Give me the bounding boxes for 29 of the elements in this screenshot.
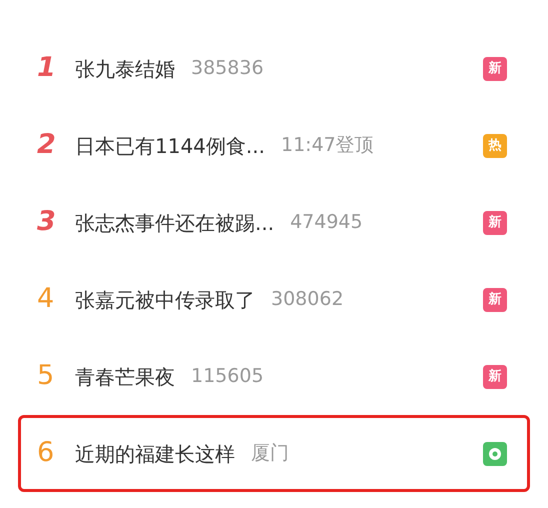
- rank-number: 3: [37, 205, 57, 240]
- item-meta: 厦门: [251, 441, 289, 466]
- rank-number: 4: [37, 282, 56, 316]
- list-item[interactable]: 2 日本已有1144例食... 11:47登顶 热: [18, 107, 530, 184]
- tag: 热: [483, 134, 507, 158]
- tag: 新: [483, 288, 507, 312]
- tag: 新: [483, 210, 507, 234]
- item-title: 张嘉元被中传录取了: [75, 286, 255, 314]
- tag: 新: [483, 364, 507, 388]
- item-meta: 115605: [191, 364, 264, 390]
- rank-number: 2: [37, 128, 57, 162]
- list-item[interactable]: 6 近期的福建长这样 厦门: [18, 415, 530, 492]
- item-title: 张志杰事件还在被踢...: [75, 210, 274, 236]
- list-item[interactable]: 3 张志杰事件还在被踢... 474945 新: [18, 184, 530, 261]
- list-item[interactable]: 4 张嘉元被中传录取了 308062 新: [18, 261, 530, 338]
- item-title: 近期的福建长这样: [75, 440, 235, 468]
- rank-number: 1: [37, 51, 57, 86]
- item-meta: 11:47登顶: [280, 133, 374, 158]
- list-item[interactable]: 5 青春芒果夜 115605 新: [18, 338, 530, 415]
- item-meta: 308062: [271, 287, 344, 312]
- item-meta: 385836: [191, 56, 264, 82]
- item-title: 日本已有1144例食...: [75, 132, 265, 160]
- item-title: 张九泰结婚: [75, 56, 175, 82]
- tag: 新: [483, 56, 507, 80]
- item-title: 青春芒果夜: [75, 364, 175, 390]
- item-meta: 474945: [290, 210, 363, 236]
- rank-number: 5: [37, 359, 56, 394]
- rank-number: 6: [37, 436, 56, 470]
- list-item[interactable]: 1 张九泰结婚 385836 新: [18, 30, 530, 107]
